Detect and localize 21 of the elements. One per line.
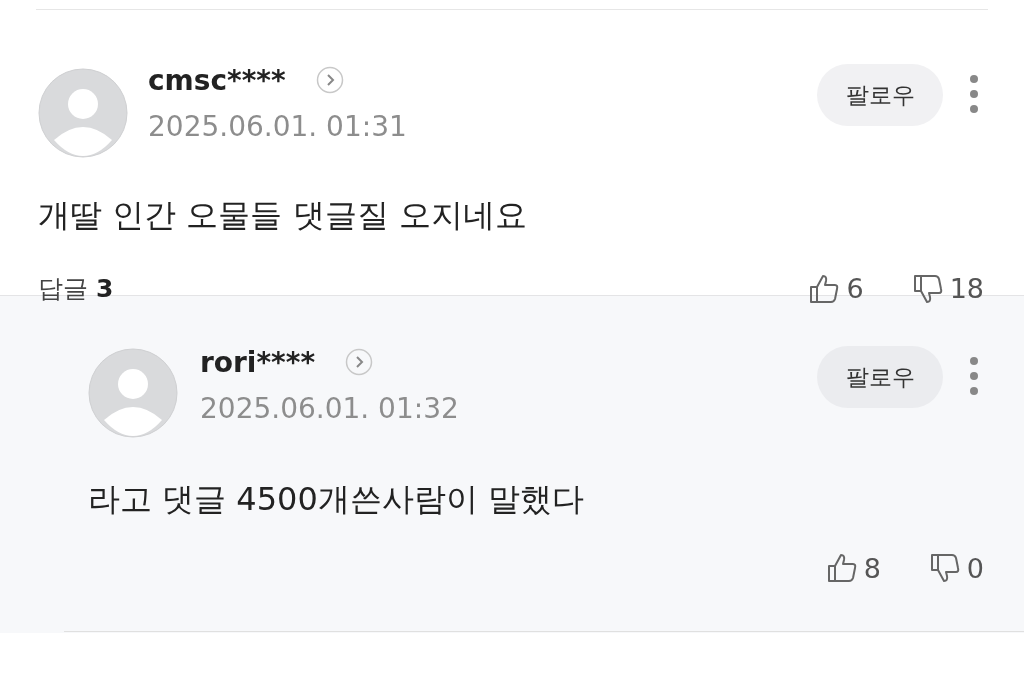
thumbs-down-icon[interactable] <box>928 552 961 584</box>
thumbs-up-icon[interactable] <box>825 552 858 584</box>
more-icon[interactable] <box>969 356 979 396</box>
dislike-count: 18 <box>949 273 984 304</box>
thumbs-down-icon[interactable] <box>911 272 944 305</box>
comment-date: 2025.06.01. 01:32 <box>200 392 460 425</box>
thumbs-up-icon[interactable] <box>808 272 841 305</box>
like-count: 6 <box>846 273 864 304</box>
follow-button[interactable]: 팔로우 <box>817 64 943 126</box>
comment-date: 2025.06.01. 01:31 <box>148 110 408 143</box>
chevron-right-icon[interactable] <box>345 348 374 376</box>
like-count: 8 <box>863 552 881 584</box>
follow-button[interactable]: 팔로우 <box>817 346 943 408</box>
replies-link[interactable]: 답글 3 <box>38 272 114 305</box>
username[interactable]: rori**** <box>200 345 316 379</box>
more-icon[interactable] <box>969 74 979 114</box>
comment-text: 개딸 인간 오물들 댓글질 오지네요 <box>38 195 528 236</box>
comment-text: 라고 댓글 4500개쓴사람이 말했다 <box>88 479 585 520</box>
username[interactable]: cmsc**** <box>148 63 286 97</box>
dislike-count: 0 <box>966 552 984 584</box>
chevron-right-icon[interactable] <box>315 66 344 94</box>
